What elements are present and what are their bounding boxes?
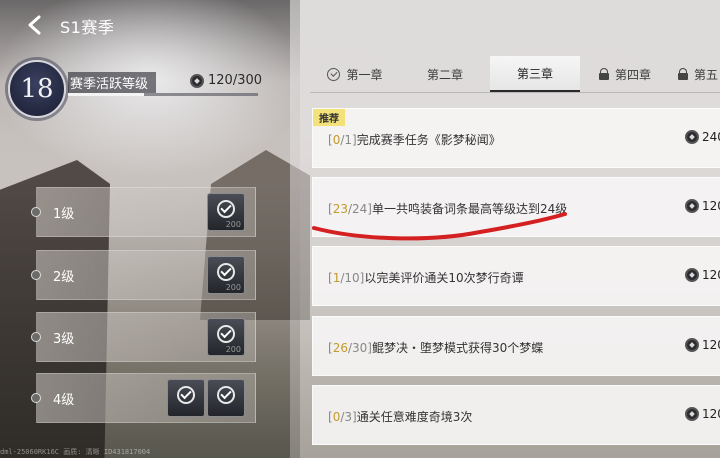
claimed-check-icon xyxy=(217,386,235,404)
task-progress-total: 1 xyxy=(344,133,353,147)
tab-label: 第四章 xyxy=(614,67,651,82)
activity-coin-icon xyxy=(685,407,699,421)
task-text: 通关任意难度奇境3次 xyxy=(356,410,473,424)
tab-chapter-5[interactable]: 第五 xyxy=(670,56,720,92)
task-progress-total: 24 xyxy=(352,202,368,216)
task-progress-total: 3 xyxy=(344,410,353,424)
level-reward-claimed[interactable]: 200 xyxy=(207,318,245,356)
task-reward-amount: 120 xyxy=(702,338,720,352)
level-row-4: 4级 xyxy=(31,373,256,423)
level-row-3: 3级 200 xyxy=(31,312,256,362)
task-card-3[interactable]: [1/10]以完美评价通关10次梦行奇谭 120 xyxy=(312,246,720,306)
task-progress-total: 10 xyxy=(344,271,360,285)
task-description: [23/24]单一共鸣装备词条最高等级达到24级 xyxy=(328,202,568,216)
row-dot-icon xyxy=(31,207,41,217)
task-progress-current: 23 xyxy=(332,202,348,216)
task-reward-amount: 120 xyxy=(702,199,720,213)
level-label: 1级 xyxy=(53,207,75,222)
claimed-check-icon xyxy=(217,325,235,343)
tab-label: 第三章 xyxy=(516,66,553,81)
level-row-2: 2级 200 xyxy=(31,250,256,300)
page-title: S1赛季 xyxy=(60,18,115,37)
top-bar: S1赛季 xyxy=(0,0,300,52)
tab-label: 第二章 xyxy=(426,67,463,82)
activity-coin-icon xyxy=(685,268,699,282)
task-card-4[interactable]: [26/30]鲲梦决・堕梦模式获得30个梦蝶 120 xyxy=(312,316,720,376)
level-reward-claimed[interactable]: 200 xyxy=(207,193,245,231)
task-card-1[interactable]: 推荐 [0/1]完成赛季任务《影梦秘闻》 240 xyxy=(312,108,720,168)
back-button[interactable] xyxy=(22,12,48,38)
level-label: 4级 xyxy=(53,393,75,408)
row-dot-icon xyxy=(31,332,41,342)
season-points: 120/300 xyxy=(190,73,262,88)
activity-coin-icon xyxy=(190,73,204,88)
season-level-number: 18 xyxy=(20,74,54,104)
season-progress-fill xyxy=(68,93,144,96)
activity-coin-icon xyxy=(685,199,699,213)
task-text: 单一共鸣装备词条最高等级达到24级 xyxy=(371,202,568,216)
reward-qty: 200 xyxy=(225,220,241,229)
task-card-5[interactable]: [0/3]通关任意难度奇境3次 120 xyxy=(312,385,720,445)
lock-icon xyxy=(598,68,609,80)
task-reward: 120 xyxy=(685,407,720,421)
activity-coin-icon xyxy=(685,130,699,144)
row-dot-icon xyxy=(31,393,41,403)
row-dot-icon xyxy=(31,270,41,280)
task-reward-amount: 240 xyxy=(702,130,720,144)
task-text: 以完美评价通关10次梦行奇谭 xyxy=(364,271,524,285)
season-points-text: 120/300 xyxy=(208,73,263,88)
task-description: [26/30]鲲梦决・堕梦模式获得30个梦蝶 xyxy=(328,341,544,355)
task-card-2[interactable]: [23/24]单一共鸣装备词条最高等级达到24级 120 xyxy=(312,177,720,237)
level-reward-claimed[interactable]: 200 xyxy=(207,256,245,294)
level-label: 3级 xyxy=(53,332,75,347)
level-reward-claimed[interactable] xyxy=(207,379,245,417)
completed-check-icon xyxy=(327,67,341,81)
device-watermark: dml-25060RK16C 画质: 清晰 ID431817004 xyxy=(0,448,151,456)
claimed-check-icon xyxy=(177,386,195,404)
task-description: [0/1]完成赛季任务《影梦秘闻》 xyxy=(328,133,501,147)
season-level-label: 赛季活跃等级 xyxy=(68,72,157,93)
tab-chapter-3[interactable]: 第三章 xyxy=(490,56,580,92)
claimed-check-icon xyxy=(217,263,235,281)
tab-chapter-2[interactable]: 第二章 xyxy=(400,56,490,92)
claimed-check-icon xyxy=(217,200,235,218)
task-reward: 120 xyxy=(685,199,720,213)
reward-qty: 200 xyxy=(225,345,241,354)
task-reward-amount: 120 xyxy=(702,407,720,421)
reward-qty: 200 xyxy=(225,283,241,292)
task-reward-amount: 120 xyxy=(702,268,720,282)
recommend-badge: 推荐 xyxy=(313,109,345,126)
task-reward: 120 xyxy=(685,338,720,352)
activity-coin-icon xyxy=(685,338,699,352)
task-text: 完成赛季任务《影梦秘闻》 xyxy=(356,133,501,147)
chapter-tabs: 第一章 第二章 第三章 第四章 第五 xyxy=(310,56,720,92)
tab-label: 第五 xyxy=(694,67,719,82)
task-text: 鲲梦决・堕梦模式获得30个梦蝶 xyxy=(371,341,544,355)
task-reward: 240 xyxy=(685,130,720,144)
tab-chapter-4[interactable]: 第四章 xyxy=(580,56,670,92)
task-reward: 120 xyxy=(685,268,720,282)
chevron-left-icon xyxy=(28,15,41,35)
lock-icon xyxy=(678,68,688,80)
level-row-1: 1级 200 xyxy=(31,187,256,237)
task-description: [1/10]以完美评价通关10次梦行奇谭 xyxy=(328,271,524,285)
season-level-badge: 18 xyxy=(8,60,66,118)
tab-chapter-1[interactable]: 第一章 xyxy=(310,56,400,92)
tab-label: 第一章 xyxy=(346,67,383,82)
task-description: [0/3]通关任意难度奇境3次 xyxy=(328,410,473,424)
level-reward-claimed[interactable] xyxy=(167,379,205,417)
season-progress-bar xyxy=(68,93,258,96)
tabs-divider xyxy=(310,92,720,93)
task-progress-total: 30 xyxy=(352,341,368,355)
level-label: 2级 xyxy=(53,270,75,285)
task-progress-current: 26 xyxy=(332,341,348,355)
